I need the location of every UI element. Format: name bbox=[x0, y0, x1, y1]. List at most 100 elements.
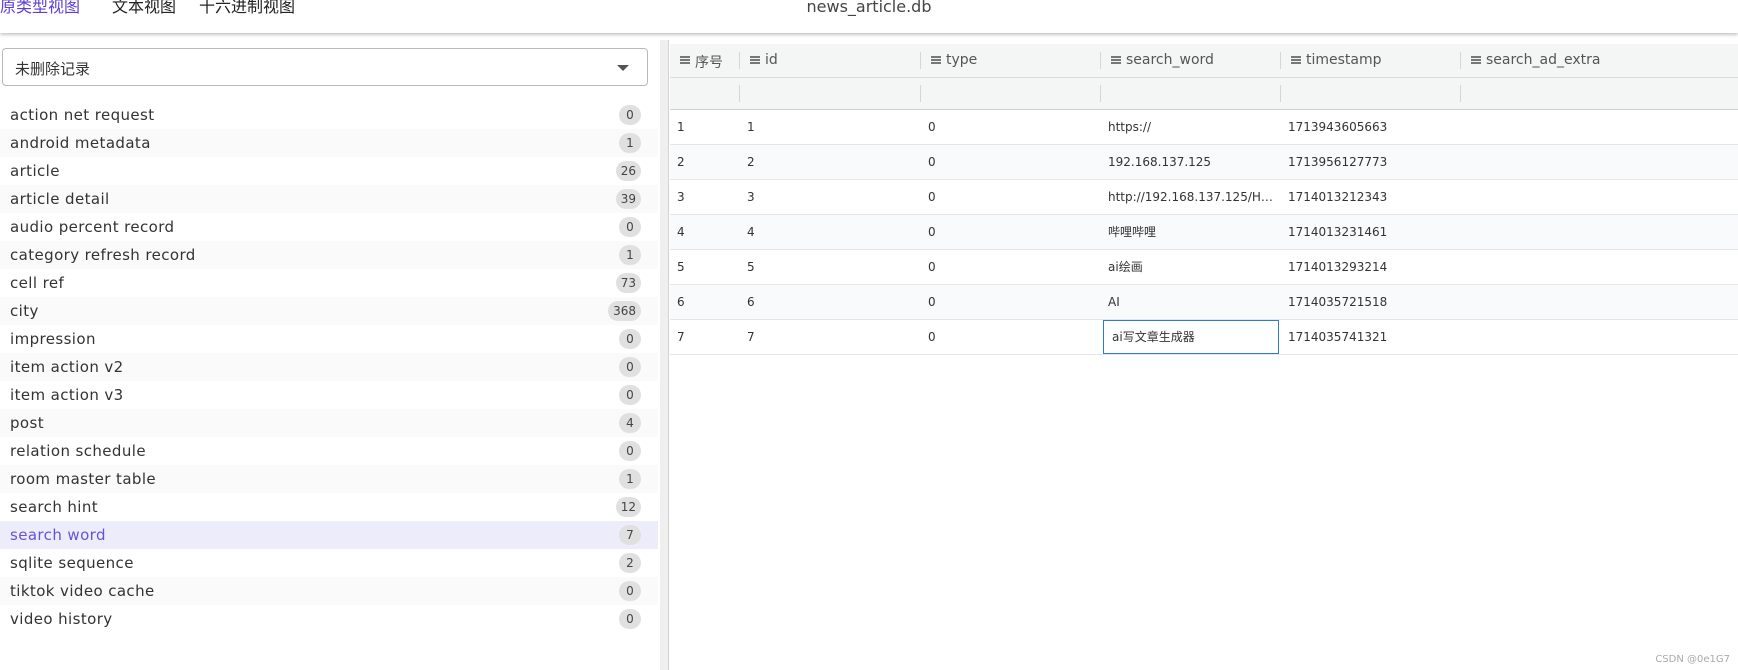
table-list-item[interactable]: audio percent record 0 bbox=[0, 213, 658, 241]
column-filter-cell[interactable] bbox=[1281, 78, 1461, 109]
table-list-item[interactable]: article 26 bbox=[0, 157, 658, 185]
table-list-item[interactable]: item action v2 0 bbox=[0, 353, 658, 381]
table-list-item[interactable]: city 368 bbox=[0, 297, 658, 325]
table-name: post bbox=[10, 414, 44, 432]
record-count-badge: 0 bbox=[619, 609, 641, 629]
column-menu-icon[interactable] bbox=[1111, 56, 1121, 64]
table-cell[interactable]: 哔哩哔哩 bbox=[1108, 215, 1274, 249]
table-list-item[interactable]: tiktok video cache 0 bbox=[0, 577, 658, 605]
table-cell[interactable]: 7 bbox=[677, 320, 733, 354]
table-cell[interactable]: 2 bbox=[747, 145, 914, 179]
column-header[interactable]: search_ad_extra bbox=[1461, 44, 1738, 77]
column-header[interactable]: type bbox=[921, 44, 1101, 77]
table-cell[interactable]: 6 bbox=[677, 285, 733, 319]
column-menu-icon[interactable] bbox=[750, 56, 760, 64]
column-filter-cell[interactable] bbox=[670, 78, 740, 109]
table-cell[interactable]: 7 bbox=[747, 320, 914, 354]
table-cell[interactable]: ai绘画 bbox=[1108, 250, 1274, 284]
table-cell[interactable]: 1714013231461 bbox=[1288, 215, 1454, 249]
table-cell[interactable]: 1714013293214 bbox=[1288, 250, 1454, 284]
table-list-item[interactable]: room master table 1 bbox=[0, 465, 658, 493]
column-header[interactable]: timestamp bbox=[1281, 44, 1461, 77]
table-cell[interactable]: 0 bbox=[928, 145, 1094, 179]
table-cell[interactable] bbox=[1468, 110, 1731, 144]
column-filter-cell[interactable] bbox=[1461, 78, 1738, 109]
table-cell[interactable]: 1714035721518 bbox=[1288, 285, 1454, 319]
database-name: news_article.db bbox=[806, 0, 932, 16]
table-cell[interactable]: 0 bbox=[928, 320, 1094, 354]
column-menu-icon[interactable] bbox=[931, 56, 941, 64]
table-cell[interactable]: 4 bbox=[747, 215, 914, 249]
table-list-item[interactable]: impression 0 bbox=[0, 325, 658, 353]
table-name: impression bbox=[10, 330, 96, 348]
table-cell[interactable]: ai写文章生成器 bbox=[1103, 320, 1279, 354]
column-header[interactable]: id bbox=[740, 44, 921, 77]
table-cell[interactable] bbox=[1468, 145, 1731, 179]
table-row[interactable]: 330http://192.168.137.125/Home/...171401… bbox=[670, 180, 1738, 215]
table-cell[interactable] bbox=[1468, 320, 1731, 354]
table-list-item[interactable]: android metadata 1 bbox=[0, 129, 658, 157]
table-cell[interactable]: 0 bbox=[928, 215, 1094, 249]
table-cell[interactable]: 3 bbox=[747, 180, 914, 214]
table-cell[interactable]: http://192.168.137.125/Home/... bbox=[1108, 180, 1274, 214]
column-header-label: timestamp bbox=[1306, 52, 1382, 68]
record-count-badge: 0 bbox=[619, 385, 641, 405]
column-menu-icon[interactable] bbox=[1291, 56, 1301, 64]
table-row[interactable]: 2 2 0 192.168.137.125 1713956127773 bbox=[670, 145, 1738, 180]
table-row[interactable]: 5 5 0 ai绘画 1714013293214 bbox=[670, 250, 1738, 285]
table-list: action net request 0 android metadata 1 arti… bbox=[0, 101, 658, 633]
table-list-item[interactable]: video history 0 bbox=[0, 605, 658, 633]
table-cell[interactable]: 5 bbox=[747, 250, 914, 284]
table-cell[interactable]: 3 bbox=[677, 180, 733, 214]
watermark: CSDN @0e1G7 bbox=[1655, 654, 1730, 665]
table-cell[interactable]: 4 bbox=[677, 215, 733, 249]
table-list-item[interactable]: article detail 39 bbox=[0, 185, 658, 213]
column-header[interactable]: search_word bbox=[1101, 44, 1281, 77]
column-menu-icon[interactable] bbox=[680, 56, 690, 64]
table-list-item[interactable]: post 4 bbox=[0, 409, 658, 437]
table-list-item[interactable]: search word 7 bbox=[0, 521, 658, 549]
table-cell[interactable]: 0 bbox=[928, 285, 1094, 319]
table-list-item[interactable]: category refresh record 1 bbox=[0, 241, 658, 269]
table-cell[interactable]: 1713956127773 bbox=[1288, 145, 1454, 179]
column-filter-cell[interactable] bbox=[740, 78, 921, 109]
record-filter-dropdown[interactable]: 未删除记录 bbox=[2, 48, 648, 86]
table-cell[interactable] bbox=[1468, 285, 1731, 319]
column-filter-cell[interactable] bbox=[921, 78, 1101, 109]
table-row[interactable]: 4 4 0 哔哩哔哩 1714013231461 bbox=[670, 215, 1738, 250]
table-cell[interactable]: 1 bbox=[677, 110, 733, 144]
table-cell[interactable]: 192.168.137.125 bbox=[1108, 145, 1274, 179]
record-count-badge: 0 bbox=[619, 441, 641, 461]
table-cell[interactable]: 2 bbox=[677, 145, 733, 179]
table-cell[interactable]: 0 bbox=[928, 180, 1094, 214]
column-menu-icon[interactable] bbox=[1471, 56, 1481, 64]
table-cell[interactable]: 1 bbox=[747, 110, 914, 144]
table-cell[interactable]: 0 bbox=[928, 250, 1094, 284]
table-cell[interactable]: 0 bbox=[928, 110, 1094, 144]
record-count-badge: 7 bbox=[619, 525, 641, 545]
table-cell[interactable]: 6 bbox=[747, 285, 914, 319]
record-count-badge: 39 bbox=[615, 189, 641, 209]
table-list-item[interactable]: action net request 0 bbox=[0, 101, 658, 129]
table-list-item[interactable]: relation schedule 0 bbox=[0, 437, 658, 465]
table-list-item[interactable]: cell ref 73 bbox=[0, 269, 658, 297]
table-name: room master table bbox=[10, 470, 157, 488]
table-cell[interactable] bbox=[1468, 215, 1731, 249]
table-list-item[interactable]: item action v3 0 bbox=[0, 381, 658, 409]
table-list-item[interactable]: search hint 12 bbox=[0, 493, 658, 521]
table-list-item[interactable]: sqlite sequence 2 bbox=[0, 549, 658, 577]
table-cell[interactable] bbox=[1468, 250, 1731, 284]
table-cell[interactable]: 5 bbox=[677, 250, 733, 284]
table-row[interactable]: 1 1 0 https://1713943605663 bbox=[670, 110, 1738, 145]
table-row[interactable]: 7 7 0 ai写文章生成器 1714035741321 bbox=[670, 320, 1738, 355]
panel-splitter[interactable] bbox=[660, 40, 669, 670]
column-filter-cell[interactable] bbox=[1101, 78, 1281, 109]
table-cell[interactable]: 1713943605663 bbox=[1288, 110, 1454, 144]
column-header[interactable]: 序号 bbox=[670, 44, 740, 77]
table-cell[interactable] bbox=[1468, 180, 1731, 214]
table-cell[interactable]: 1714035741321 bbox=[1288, 320, 1454, 354]
table-cell[interactable]: AI bbox=[1108, 285, 1274, 319]
table-cell[interactable]: 1714013212343 bbox=[1288, 180, 1454, 214]
table-row[interactable]: 6 6 0 AI 1714035721518 bbox=[670, 285, 1738, 320]
table-cell[interactable]: https:// bbox=[1108, 110, 1274, 144]
